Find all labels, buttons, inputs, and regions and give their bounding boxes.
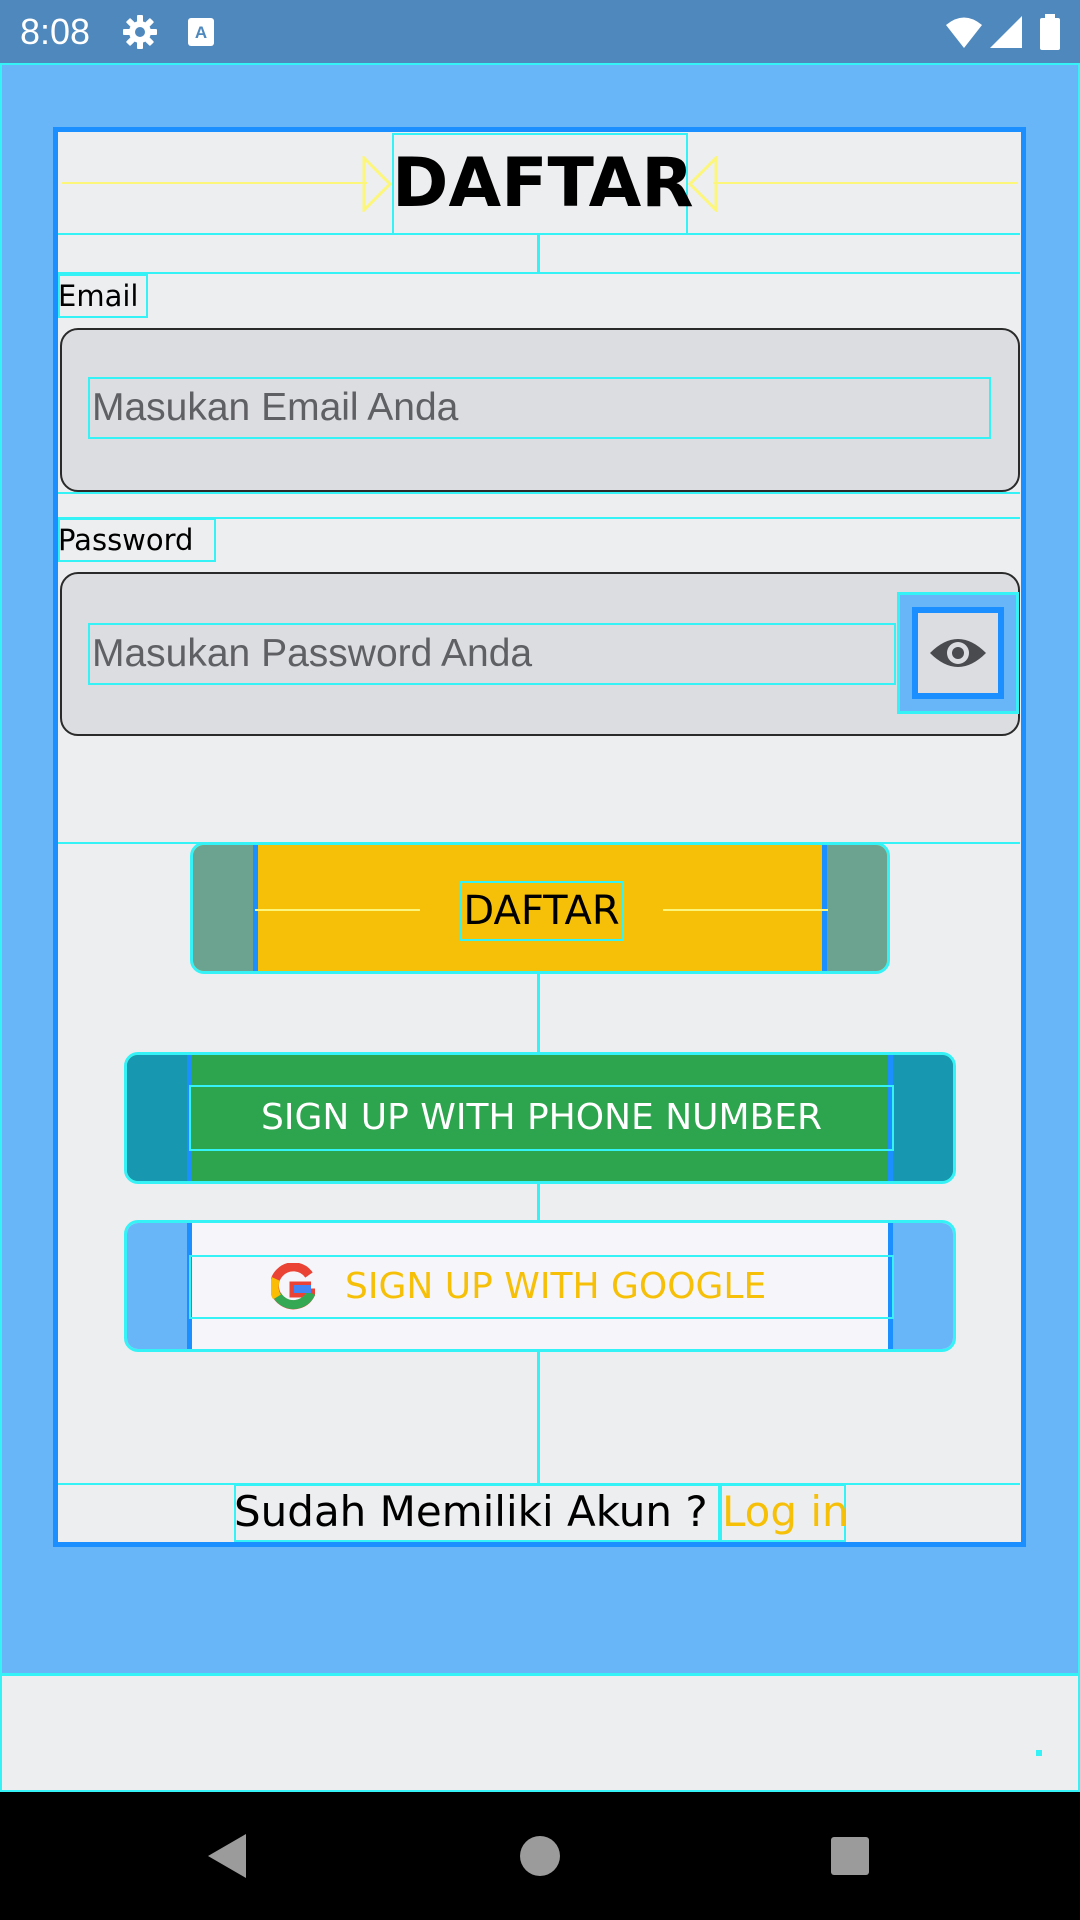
login-link[interactable]: Log in bbox=[722, 1484, 849, 1540]
layout-guide bbox=[1036, 1750, 1042, 1756]
bottom-panel bbox=[0, 1674, 1080, 1792]
battery-icon bbox=[1040, 14, 1060, 50]
google-logo-icon bbox=[271, 1263, 315, 1310]
button-padding bbox=[822, 845, 887, 971]
layout-guide bbox=[58, 518, 216, 562]
login-prompt: Sudah Memiliki Akun ? bbox=[234, 1487, 708, 1536]
page-title: DAFTAR bbox=[392, 144, 694, 223]
signal-icon bbox=[990, 16, 1022, 48]
back-icon[interactable] bbox=[190, 1816, 270, 1896]
navigation-bar bbox=[0, 1792, 1080, 1920]
layout-guide bbox=[537, 970, 540, 1055]
recents-icon[interactable] bbox=[810, 1816, 890, 1896]
screen: 8:08 A DAFTAR Email Masukan Email Anda P… bbox=[0, 0, 1080, 1920]
layout-guide bbox=[58, 492, 1020, 494]
eye-icon bbox=[930, 639, 986, 667]
layout-guide bbox=[62, 182, 367, 184]
layout-guide bbox=[537, 1348, 540, 1484]
button-padding bbox=[127, 1223, 192, 1349]
layout-guide bbox=[58, 274, 148, 318]
button-padding bbox=[888, 1055, 953, 1181]
show-password-frame bbox=[912, 607, 1004, 699]
svg-text:A: A bbox=[195, 23, 207, 42]
button-padding bbox=[127, 1055, 192, 1181]
home-icon[interactable] bbox=[500, 1816, 580, 1896]
google-signup-label: SIGN UP WITH GOOGLE bbox=[345, 1266, 767, 1307]
wifi-icon bbox=[946, 17, 982, 48]
layout-guide bbox=[537, 1180, 540, 1222]
email-placeholder: Masukan Email Anda bbox=[92, 386, 459, 429]
layout-guide bbox=[362, 156, 392, 212]
google-signup-button[interactable]: SIGN UP WITH GOOGLE bbox=[124, 1220, 956, 1352]
register-button-label: DAFTAR bbox=[463, 888, 620, 934]
show-password-button[interactable] bbox=[897, 592, 1019, 714]
phone-signup-label: SIGN UP WITH PHONE NUMBER bbox=[261, 1097, 822, 1138]
layout-guide bbox=[255, 909, 420, 911]
layout-guide bbox=[537, 235, 540, 272]
phone-signup-button[interactable]: SIGN UP WITH PHONE NUMBER bbox=[124, 1052, 956, 1184]
status-time: 8:08 bbox=[20, 11, 91, 52]
status-bar: 8:08 A bbox=[0, 0, 1080, 63]
button-padding bbox=[193, 845, 258, 971]
register-button[interactable]: DAFTAR bbox=[190, 842, 890, 974]
layout-guide bbox=[713, 182, 1018, 184]
gear-icon bbox=[123, 15, 157, 49]
button-padding bbox=[888, 1223, 953, 1349]
layout-guide bbox=[663, 909, 828, 911]
layout-guide bbox=[58, 272, 1020, 274]
keyboard-a-icon: A bbox=[188, 18, 214, 46]
password-placeholder: Masukan Password Anda bbox=[92, 632, 533, 675]
